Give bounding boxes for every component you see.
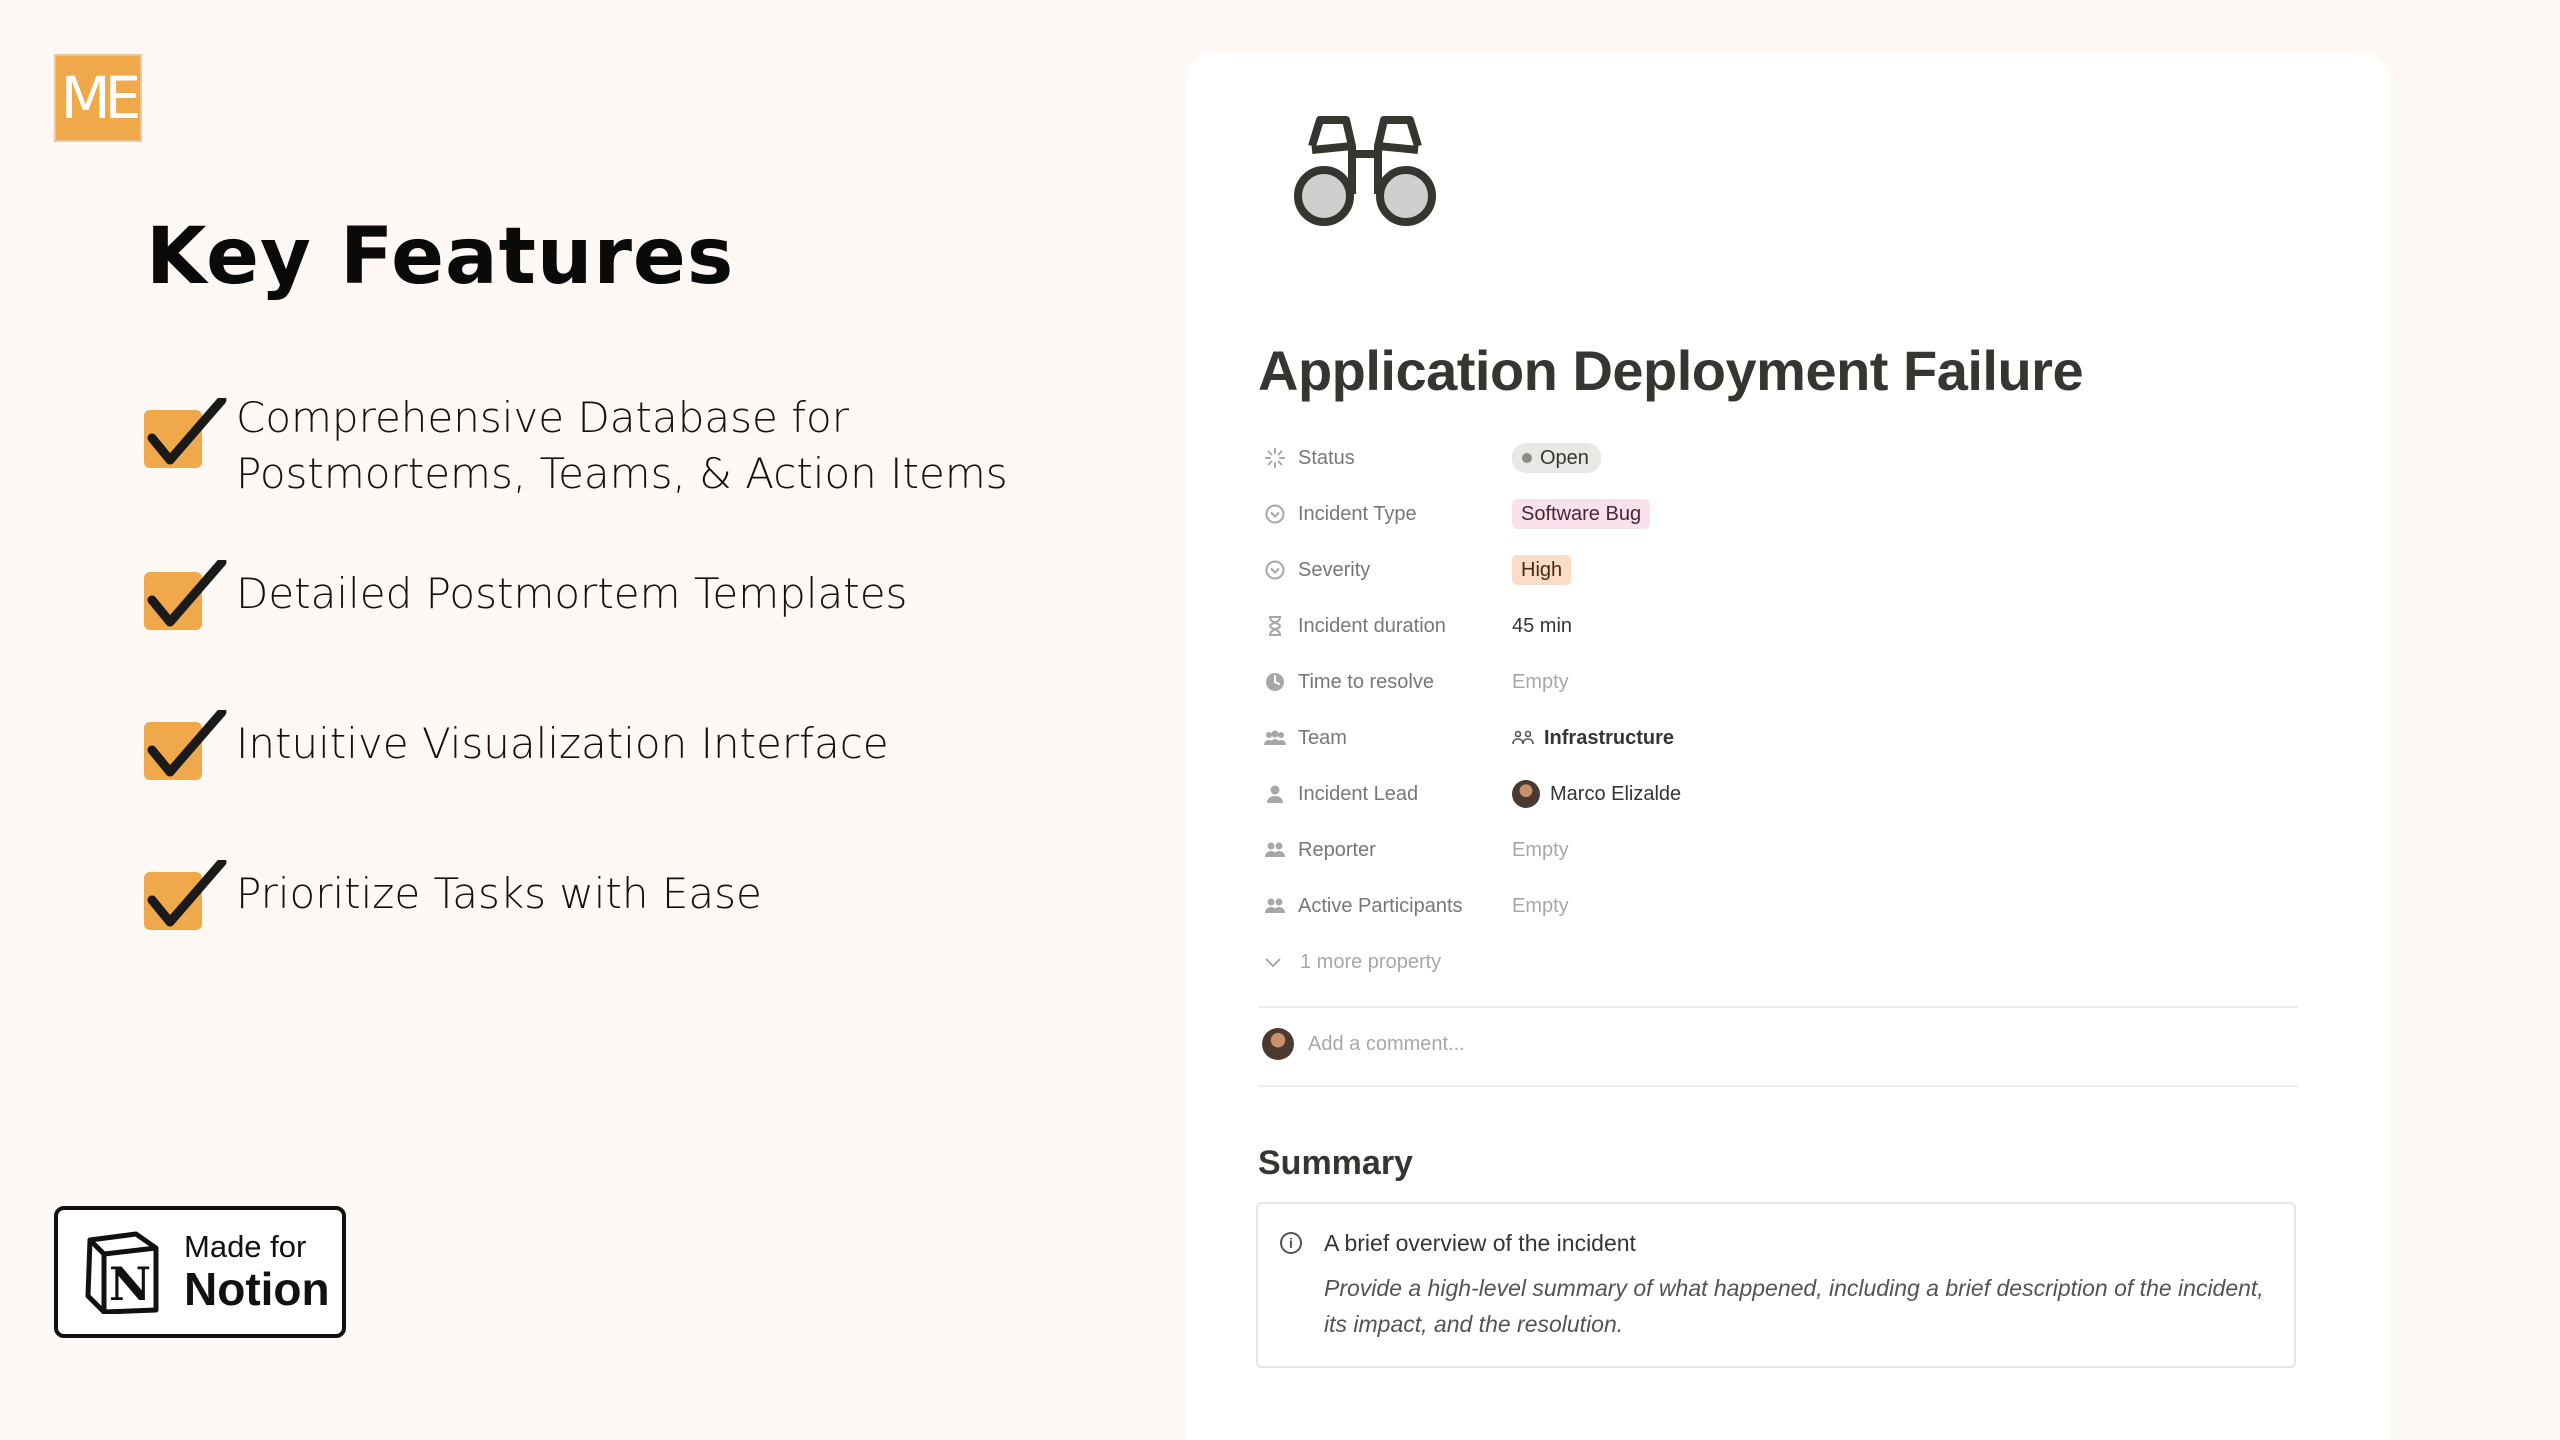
- property-row-time-to-resolve[interactable]: Time to resolve Empty: [1262, 654, 2302, 710]
- checkbox-checked-icon: [144, 560, 227, 640]
- info-icon: i: [1280, 1232, 1302, 1254]
- people-icon: [1262, 725, 1288, 751]
- property-value[interactable]: Empty: [1512, 895, 1569, 918]
- checkbox-checked-icon: [144, 398, 227, 478]
- key-features-heading: Key Features: [146, 212, 735, 302]
- feature-item: Intuitive Visualization Interface: [144, 710, 889, 790]
- property-name: Incident Lead: [1298, 782, 1419, 805]
- select-icon: [1262, 557, 1288, 583]
- checkbox-checked-icon: [144, 860, 227, 940]
- team-link[interactable]: Infrastructure: [1544, 727, 1674, 750]
- property-row-incident-lead[interactable]: Incident Lead Marco Elizalde: [1262, 766, 2302, 822]
- feature-item: Prioritize Tasks with Ease: [144, 860, 762, 940]
- badge-notion: Notion: [184, 1263, 330, 1315]
- add-comment-row[interactable]: Add a comment...: [1262, 1028, 1465, 1060]
- property-row-reporter[interactable]: Reporter Empty: [1262, 822, 2302, 878]
- checkbox-checked-icon: [144, 710, 227, 790]
- brand-logo: ME: [54, 54, 142, 142]
- svg-text:N: N: [109, 1257, 151, 1311]
- avatar: [1512, 780, 1540, 808]
- select-icon: [1262, 501, 1288, 527]
- feature-text: Detailed Postmortem Templates: [236, 569, 908, 618]
- property-row-incident-type[interactable]: Incident Type Software Bug: [1262, 486, 2302, 542]
- divider: [1258, 1006, 2298, 1008]
- callout-title: A brief overview of the incident: [1324, 1230, 1636, 1256]
- people-icon: [1262, 837, 1288, 863]
- feature-text: Comprehensive Database for Postmortems, …: [236, 393, 1008, 498]
- property-row-status[interactable]: Status Open: [1262, 430, 2302, 486]
- status-icon: [1262, 445, 1288, 471]
- chevron-down-icon: [1262, 951, 1288, 973]
- page-title[interactable]: Application Deployment Failure: [1258, 338, 2084, 403]
- property-name: Reporter: [1298, 838, 1376, 861]
- made-for-notion-badge: N Made for Notion: [54, 1206, 346, 1338]
- property-row-team[interactable]: Team Infrastructure: [1262, 710, 2302, 766]
- person-icon: [1262, 781, 1288, 807]
- binoculars-icon: [1294, 116, 1436, 226]
- property-value[interactable]: Empty: [1512, 839, 1569, 862]
- property-name: Incident Type: [1298, 502, 1417, 525]
- brand-logo-text: ME: [60, 64, 142, 132]
- divider: [1258, 1085, 2298, 1087]
- property-row-active-participants[interactable]: Active Participants Empty: [1262, 878, 2302, 934]
- hourglass-icon: [1262, 613, 1288, 639]
- feature-item: Comprehensive Database for Postmortems, …: [144, 393, 1008, 498]
- properties-list: Status Open Incident Type Software Bug S…: [1262, 430, 2302, 990]
- property-name: Team: [1298, 726, 1347, 749]
- summary-callout[interactable]: i A brief overview of the incident Provi…: [1256, 1202, 2296, 1368]
- callout-body: Provide a high-level summary of what hap…: [1324, 1275, 2264, 1337]
- more-properties-label: 1 more property: [1300, 950, 1442, 973]
- team-icon: [1512, 728, 1534, 748]
- feature-text: Intuitive Visualization Interface: [236, 719, 889, 768]
- property-value[interactable]: Empty: [1512, 671, 1569, 694]
- clock-icon: [1262, 669, 1288, 695]
- avatar: [1262, 1028, 1294, 1060]
- status-tag[interactable]: Open: [1512, 443, 1601, 473]
- property-name: Severity: [1298, 558, 1371, 581]
- incident-lead-name[interactable]: Marco Elizalde: [1550, 783, 1681, 806]
- people-icon: [1262, 893, 1288, 919]
- property-row-severity[interactable]: Severity High: [1262, 542, 2302, 598]
- more-properties-toggle[interactable]: 1 more property: [1262, 934, 2302, 990]
- summary-heading: Summary: [1258, 1144, 1413, 1182]
- property-row-incident-duration[interactable]: Incident duration 45 min: [1262, 598, 2302, 654]
- property-name: Incident duration: [1298, 614, 1446, 637]
- property-name: Time to resolve: [1298, 670, 1434, 693]
- feature-text: Prioritize Tasks with Ease: [236, 869, 762, 918]
- feature-item: Detailed Postmortem Templates: [144, 560, 907, 640]
- notion-logo-icon: N: [85, 1231, 159, 1314]
- property-name: Status: [1298, 446, 1355, 469]
- comment-input[interactable]: Add a comment...: [1308, 1033, 1465, 1056]
- property-value[interactable]: 45 min: [1512, 615, 1572, 638]
- badge-made-for: Made for: [184, 1229, 307, 1264]
- incident-type-tag[interactable]: Software Bug: [1512, 499, 1651, 529]
- property-name: Active Participants: [1298, 894, 1463, 917]
- severity-tag[interactable]: High: [1512, 555, 1572, 585]
